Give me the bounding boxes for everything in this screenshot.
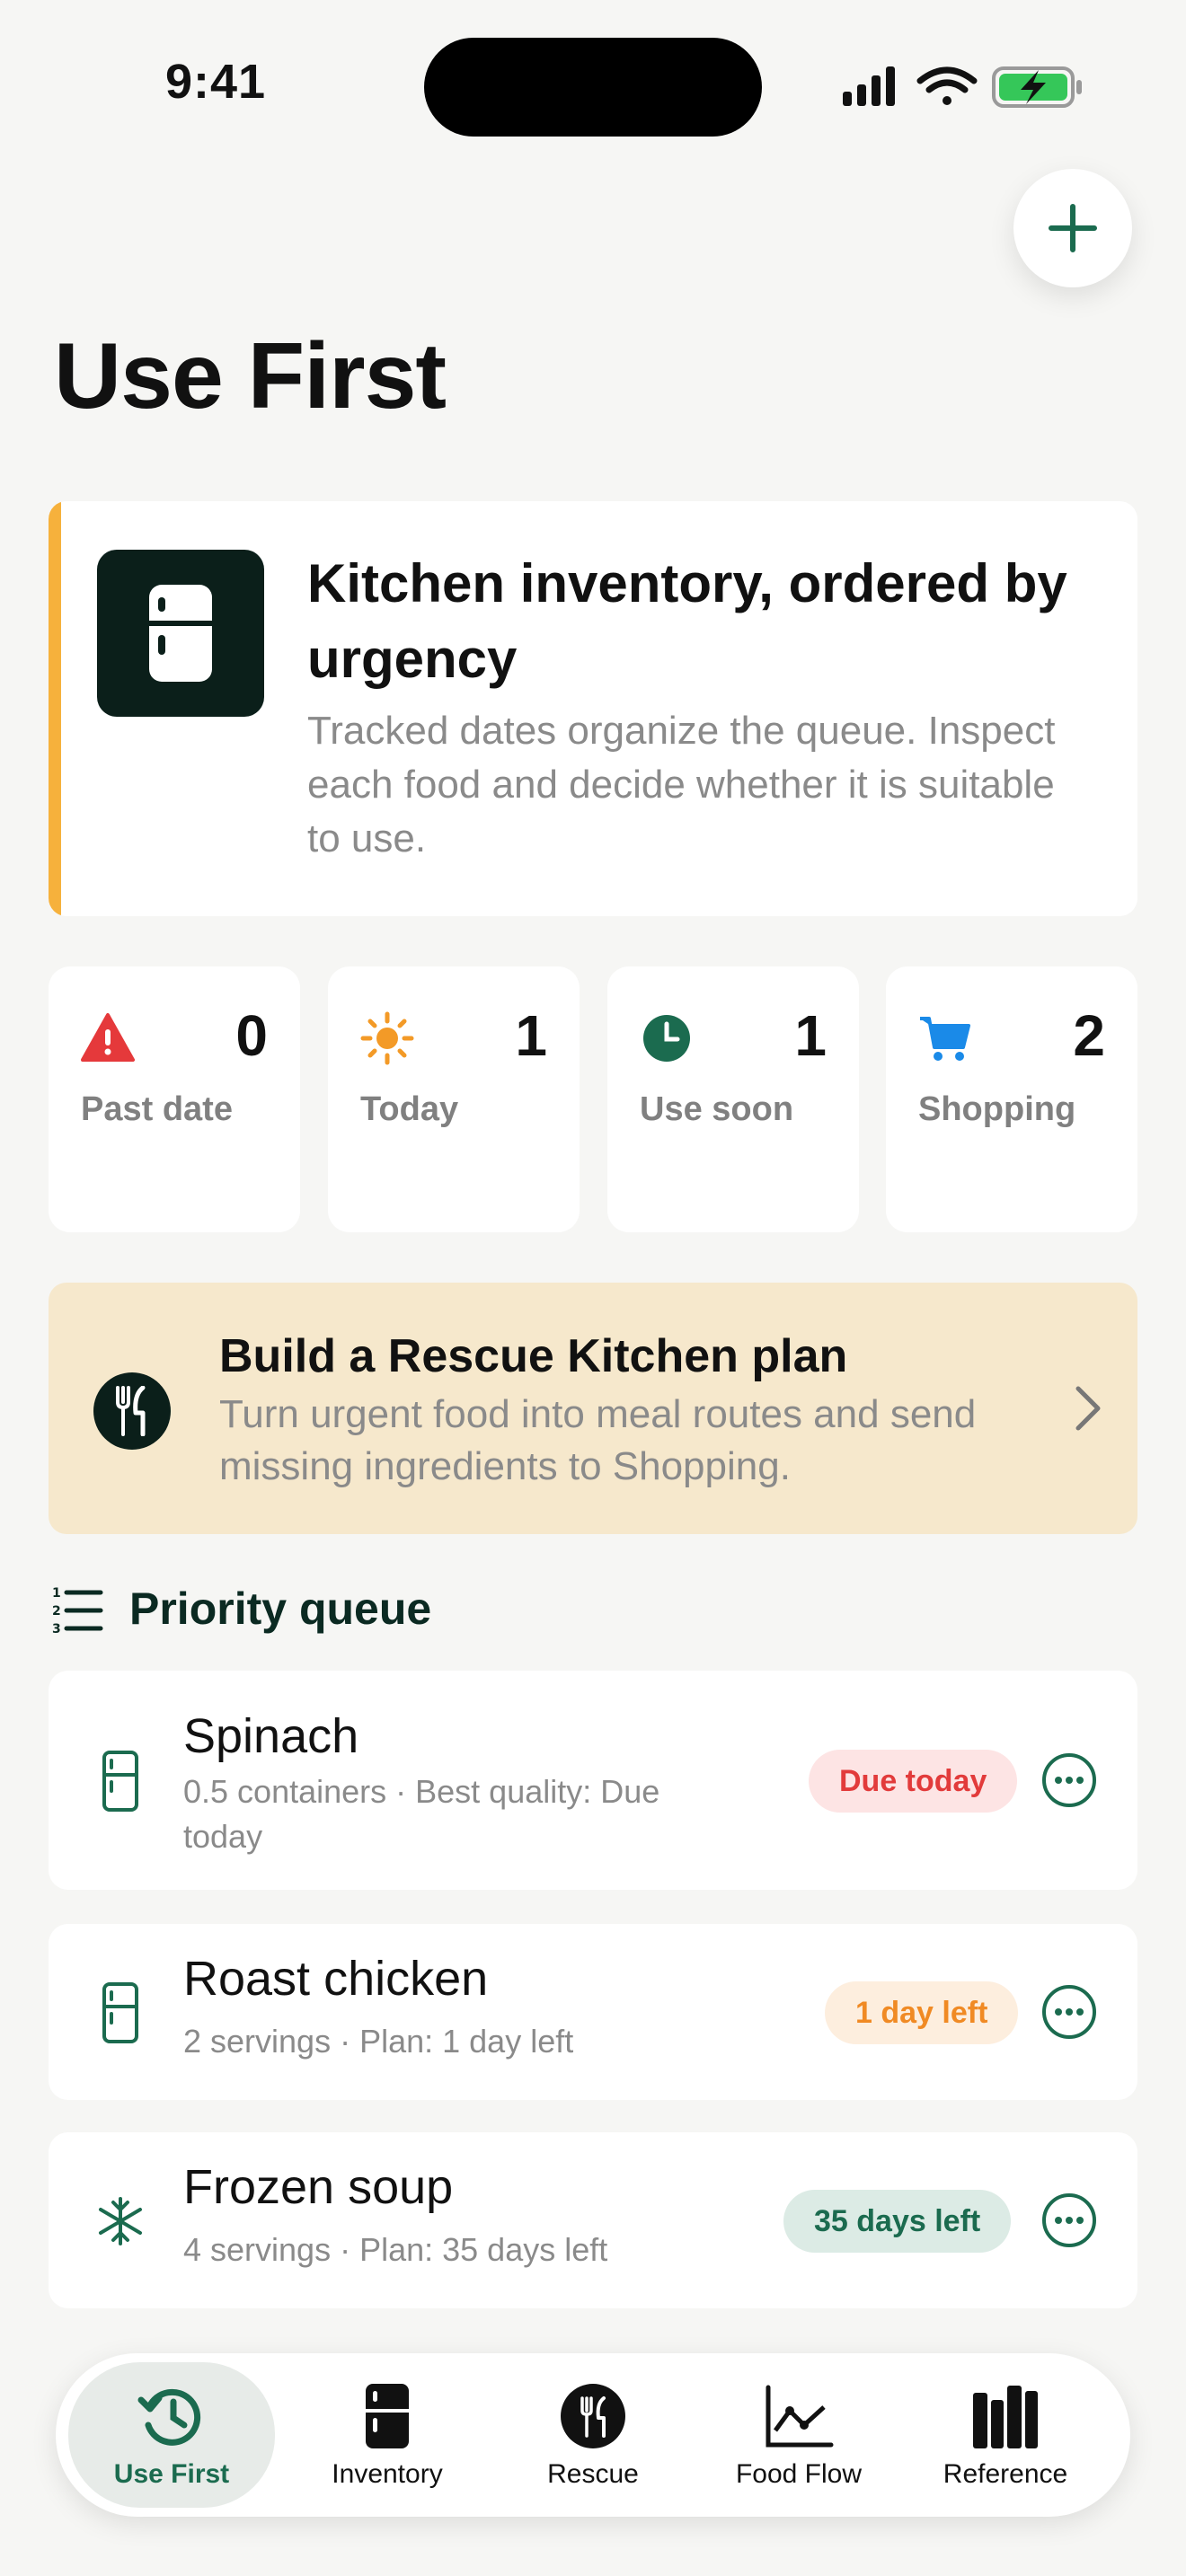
- stat-value: 2: [1073, 1003, 1105, 1068]
- tab-label: Rescue: [547, 2459, 639, 2489]
- stat-label: Today: [360, 1090, 459, 1128]
- item-name: Roast chicken: [183, 1952, 489, 2006]
- intro-accent-bar: [49, 501, 61, 916]
- utensils-icon: [561, 2384, 625, 2448]
- stat-use-soon[interactable]: 1 Use soon: [607, 966, 859, 1232]
- item-name: Spinach: [183, 1709, 359, 1763]
- status-icons: [843, 66, 1082, 108]
- status-badge: 35 days left: [783, 2190, 1012, 2253]
- page-title: Use First: [54, 324, 447, 428]
- tab-label: Use First: [113, 2459, 230, 2489]
- warning-icon: [81, 1013, 135, 1062]
- status-badge: Due today: [809, 1750, 1018, 1813]
- item-name: Frozen soup: [183, 2160, 454, 2214]
- intro-card: Kitchen inventory, ordered by urgency Tr…: [49, 501, 1137, 916]
- queue-item-frozen-soup[interactable]: Frozen soup 4 servings · Plan: 35 days l…: [49, 2132, 1137, 2308]
- add-item-button[interactable]: [1013, 169, 1132, 287]
- battery-charging-icon: [992, 66, 1082, 108]
- rescue-plan-banner[interactable]: Build a Rescue Kitchen plan Turn urgent …: [49, 1283, 1137, 1534]
- item-meta: 0.5 containers · Best quality: Due today: [183, 1773, 660, 1855]
- tab-bar: Use First Inventory Rescue Food Flow Ref…: [56, 2353, 1130, 2517]
- books-icon: [973, 2386, 1038, 2448]
- history-clock-icon: [137, 2388, 201, 2446]
- snowflake-icon: [99, 2197, 142, 2245]
- svg-text:1: 1: [52, 1586, 61, 1601]
- queue-item-roast-chicken[interactable]: Roast chicken 2 servings · Plan: 1 day l…: [49, 1924, 1137, 2100]
- tab-reference[interactable]: Reference: [902, 2353, 1109, 2517]
- status-time: 9:41: [164, 55, 267, 109]
- tab-label: Food Flow: [735, 2459, 863, 2489]
- tab-use-first[interactable]: Use First: [68, 2362, 275, 2508]
- dynamic-island: [424, 38, 762, 137]
- utensils-icon: [93, 1372, 171, 1450]
- fridge-icon: [102, 1751, 138, 1812]
- clock-icon: [643, 1015, 690, 1062]
- stat-label: Past date: [81, 1090, 233, 1128]
- stat-shopping[interactable]: 2 Shopping: [886, 966, 1137, 1232]
- stat-value: 1: [515, 1003, 547, 1068]
- stat-today[interactable]: 1 Today: [328, 966, 580, 1232]
- svg-text:3: 3: [52, 1622, 61, 1636]
- stat-past-date[interactable]: 0 Past date: [49, 966, 300, 1232]
- rescue-subtitle: Turn urgent food into meal routes and se…: [219, 1392, 977, 1488]
- numbered-list-icon: 1 2 3: [52, 1586, 103, 1636]
- cart-icon: [920, 1017, 970, 1061]
- intro-title: Kitchen inventory, ordered by urgency: [307, 553, 1067, 689]
- queue-item-spinach[interactable]: Spinach 0.5 containers · Best quality: D…: [49, 1671, 1137, 1890]
- fridge-icon: [102, 1982, 138, 2043]
- stat-label: Shopping: [918, 1090, 1076, 1128]
- signal-icon: [843, 66, 895, 106]
- item-meta: 2 servings · Plan: 1 day left: [183, 2023, 574, 2060]
- plus-icon: [1049, 204, 1097, 252]
- rescue-title: Build a Rescue Kitchen plan: [219, 1330, 848, 1382]
- chart-line-icon: [766, 2385, 834, 2448]
- stat-label: Use soon: [640, 1090, 794, 1128]
- status-badge: 1 day left: [825, 1981, 1019, 2044]
- tab-food-flow[interactable]: Food Flow: [695, 2353, 902, 2517]
- tab-label: Reference: [943, 2459, 1068, 2489]
- tab-label: Inventory: [332, 2459, 443, 2489]
- stat-value: 1: [794, 1003, 827, 1068]
- priority-queue-title: Priority queue: [129, 1584, 432, 1634]
- tab-rescue[interactable]: Rescue: [490, 2353, 696, 2517]
- intro-subtitle: Tracked dates organize the queue. Inspec…: [307, 709, 1056, 860]
- more-options-icon[interactable]: [1040, 2192, 1098, 2249]
- wifi-icon: [916, 66, 978, 105]
- fridge-icon: [97, 550, 264, 717]
- more-options-icon[interactable]: [1040, 1983, 1098, 2041]
- tab-inventory[interactable]: Inventory: [284, 2353, 491, 2517]
- chevron-right-icon: [1075, 1386, 1101, 1431]
- more-options-icon[interactable]: [1040, 1751, 1098, 1809]
- svg-text:2: 2: [52, 1604, 61, 1619]
- item-meta: 4 servings · Plan: 35 days left: [183, 2231, 608, 2268]
- sun-icon: [360, 1011, 414, 1065]
- stat-value: 0: [235, 1003, 268, 1068]
- fridge-icon: [366, 2384, 409, 2448]
